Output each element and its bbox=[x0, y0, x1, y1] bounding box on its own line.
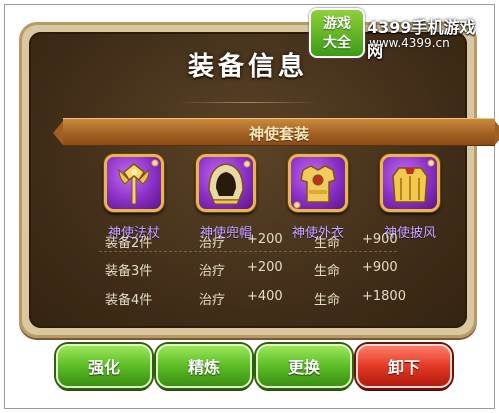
site-watermark: 游戏 大全 4399手机游戏网 www.4399.cn bbox=[309, 8, 489, 61]
set-item-cloak[interactable]: 神使披风 bbox=[365, 154, 455, 241]
unequip-button[interactable]: 卸下 bbox=[356, 344, 452, 388]
bonus-attr-heal: 治疗 bbox=[199, 236, 226, 251]
bonus-set-count: 装备2件 bbox=[105, 236, 153, 251]
bonus-value-life: +900 bbox=[362, 260, 398, 275]
set-item-armor[interactable]: 神使外衣 bbox=[273, 154, 363, 241]
set-items: 神使法杖 神使兜帽 神使外衣 神使披风 bbox=[89, 154, 469, 244]
refine-button[interactable]: 精炼 bbox=[156, 344, 252, 388]
title-divider bbox=[179, 102, 317, 103]
hood-icon bbox=[196, 154, 256, 212]
bonus-value-heal: +200 bbox=[247, 232, 283, 247]
watermark-logo: 游戏 大全 bbox=[309, 8, 365, 58]
bonus-row: 装备3件 治疗 +200 生命 +900 bbox=[19, 260, 477, 280]
armor-icon bbox=[288, 154, 348, 212]
bonus-value-life: +900 bbox=[362, 232, 398, 247]
watermark-logo-line1: 游戏 bbox=[323, 16, 351, 32]
bonus-attr-heal: 治疗 bbox=[199, 264, 226, 279]
bonus-attr-heal: 治疗 bbox=[199, 293, 226, 308]
bonus-set-count: 装备4件 bbox=[105, 293, 153, 308]
watermark-url: www.4399.cn bbox=[369, 36, 450, 50]
bonus-row: 装备2件 治疗 +200 生命 +900 bbox=[19, 232, 477, 252]
bonus-attr-life: 生命 bbox=[314, 293, 341, 308]
bonus-attr-life: 生命 bbox=[314, 264, 341, 279]
action-bar: 强化 精炼 更换 卸下 bbox=[0, 344, 499, 394]
bonus-value-life: +1800 bbox=[362, 289, 406, 304]
bonus-row: 装备4件 治疗 +400 生命 +1800 bbox=[19, 289, 477, 309]
bonus-value-heal: +400 bbox=[247, 289, 283, 304]
staff-icon bbox=[104, 154, 164, 212]
replace-button[interactable]: 更换 bbox=[256, 344, 352, 388]
panel-body: 装备信息 神使套装 神使法杖 神使兜帽 神使外衣 神使披风 bbox=[29, 32, 499, 328]
bonus-attr-life: 生命 bbox=[314, 236, 341, 251]
bonus-set-count: 装备3件 bbox=[105, 264, 153, 279]
set-banner: 神使套装 bbox=[53, 118, 499, 146]
set-item-hood[interactable]: 神使兜帽 bbox=[181, 154, 271, 241]
set-name: 神使套装 bbox=[248, 125, 309, 143]
strengthen-button[interactable]: 强化 bbox=[56, 344, 152, 388]
cloak-icon bbox=[380, 154, 440, 212]
watermark-logo-line2: 大全 bbox=[323, 35, 351, 51]
set-item-staff[interactable]: 神使法杖 bbox=[89, 154, 179, 241]
bonus-value-heal: +200 bbox=[247, 260, 283, 275]
